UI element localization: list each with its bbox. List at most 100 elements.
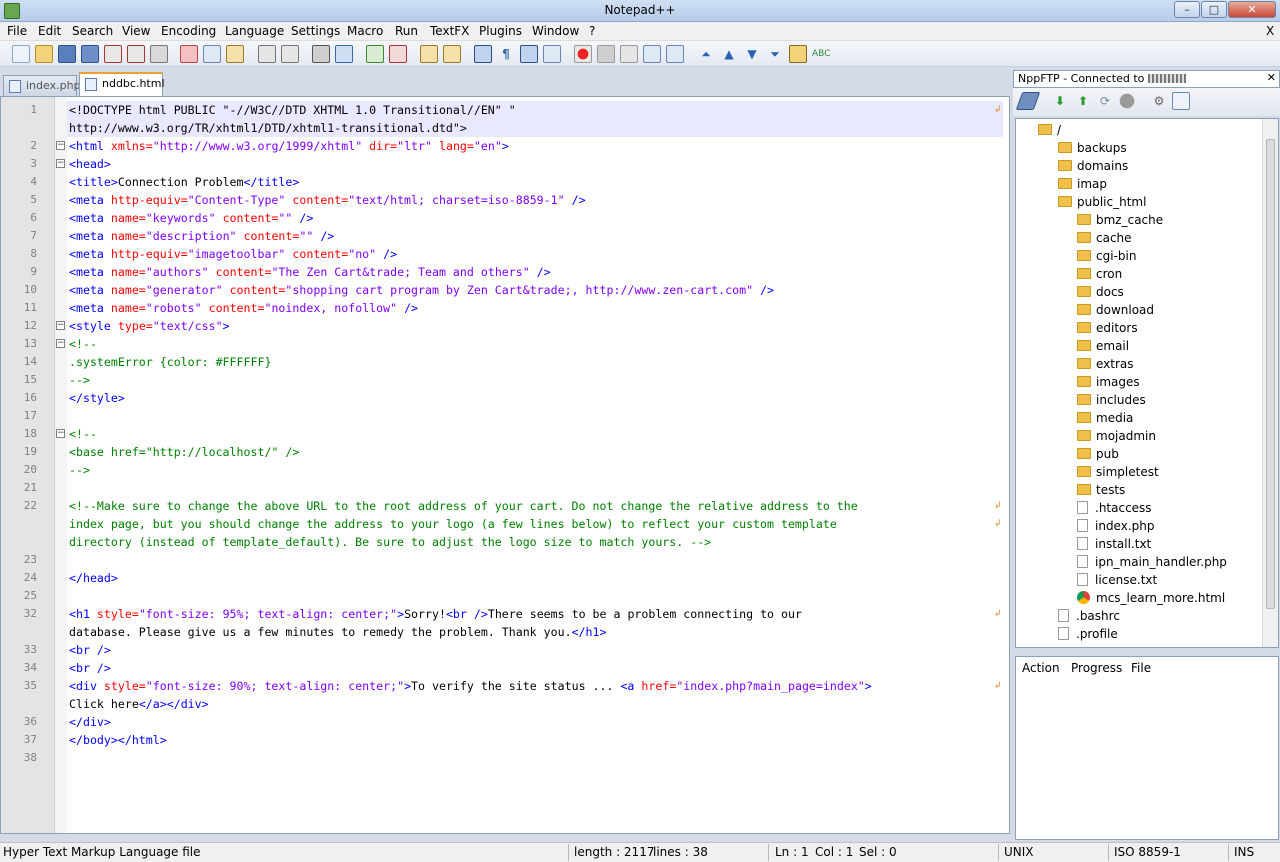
code-line[interactable]: <meta name="description" content="" /> <box>69 227 334 245</box>
stop-macro-icon[interactable] <box>597 45 615 63</box>
code-line[interactable]: directory (instead of template_default).… <box>69 533 711 551</box>
run-macro-multiple-icon[interactable] <box>643 45 661 63</box>
code-line[interactable]: <!-- <box>69 335 97 353</box>
code-line[interactable]: <h1 style="font-size: 95%; text-align: c… <box>69 605 802 623</box>
refresh-icon[interactable]: ⟳ <box>1096 92 1114 110</box>
tab-index-php[interactable]: index.php <box>3 75 81 96</box>
code-line[interactable]: <br /> <box>69 641 111 659</box>
indent-guide-icon[interactable] <box>520 45 538 63</box>
menu-run[interactable]: Run <box>395 24 418 38</box>
tree-folder-item[interactable]: / <box>1038 121 1061 139</box>
ftp-file-tree[interactable]: / backups domains imap public_html bmz_cache c… <box>1015 118 1279 648</box>
code-line[interactable]: <br /> <box>69 659 111 677</box>
tree-folder-item[interactable]: docs <box>1077 283 1124 301</box>
code-line[interactable]: <meta http-equiv="imagetoolbar" content=… <box>69 245 397 263</box>
download-icon[interactable]: ⬇ <box>1051 92 1069 110</box>
code-line[interactable]: <meta name="keywords" content="" /> <box>69 209 313 227</box>
close-panel-button[interactable]: ✕ <box>1267 71 1276 84</box>
code-line[interactable]: <title>Connection Problem</title> <box>69 173 299 191</box>
tree-file-item[interactable]: index.php <box>1077 517 1154 535</box>
fold-toggle[interactable]: − <box>56 321 65 330</box>
code-line[interactable]: <meta name="robots" content="noindex, no… <box>69 299 418 317</box>
menu-plugins[interactable]: Plugins <box>479 24 522 38</box>
tree-folder-item[interactable]: download <box>1077 301 1154 319</box>
zoom-out-icon[interactable] <box>389 45 407 63</box>
tree-folder-item[interactable]: includes <box>1077 391 1146 409</box>
code-editor[interactable]: 1 2 3 4 5 6 7 8 9 10 11 12 13 14 15 16 17 18 19 20 21 22 23 24 2… <box>0 96 1010 834</box>
code-line[interactable]: Click here</a></div> <box>69 695 209 713</box>
doc-map-icon[interactable] <box>543 45 561 63</box>
cut-icon[interactable] <box>180 45 198 63</box>
fold-toggle[interactable]: − <box>56 159 65 168</box>
code-line[interactable]: </body></html> <box>69 731 167 749</box>
code-line[interactable]: http://www.w3.org/TR/xhtml1/DTD/xhtml1-t… <box>69 119 467 137</box>
collapse-icon[interactable]: ⏶ <box>697 45 715 63</box>
code-line[interactable]: database. Please give us a few minutes t… <box>69 623 606 641</box>
word-wrap-icon[interactable] <box>474 45 492 63</box>
code-line[interactable]: </style> <box>69 389 125 407</box>
tree-folder-item[interactable]: pub <box>1077 445 1119 463</box>
redo-icon[interactable] <box>281 45 299 63</box>
menu-window[interactable]: Window <box>532 24 579 38</box>
arrow-up-icon[interactable]: ▲ <box>720 45 738 63</box>
menu-edit[interactable]: Edit <box>38 24 61 38</box>
tree-vertical-scrollbar[interactable] <box>1262 119 1278 647</box>
menu-search[interactable]: Search <box>72 24 113 38</box>
copy-icon[interactable] <box>203 45 221 63</box>
tree-file-item[interactable]: mcs_learn_more.html <box>1077 589 1225 607</box>
fold-toggle[interactable]: − <box>56 339 65 348</box>
tree-folder-item[interactable]: media <box>1077 409 1133 427</box>
code-line[interactable]: <div style="font-size: 90%; text-align: … <box>69 677 872 695</box>
tree-folder-item[interactable]: backups <box>1058 139 1127 157</box>
settings-gear-icon[interactable]: ⚙ <box>1150 92 1168 110</box>
menu-view[interactable]: View <box>122 24 150 38</box>
play-macro-icon[interactable] <box>620 45 638 63</box>
code-line[interactable]: <html xmlns="http://www.w3.org/1999/xhtm… <box>69 137 509 155</box>
code-line[interactable]: --> <box>69 371 90 389</box>
close-window-button[interactable]: ✕ <box>1228 1 1276 18</box>
code-line[interactable]: </head> <box>69 569 118 587</box>
code-line[interactable]: <meta name="authors" content="The Zen Ca… <box>69 263 551 281</box>
save-macro-icon[interactable] <box>666 45 684 63</box>
tree-folder-item[interactable]: domains <box>1058 157 1128 175</box>
sync-vertical-icon[interactable] <box>420 45 438 63</box>
record-macro-icon[interactable] <box>574 45 592 63</box>
tree-folder-item[interactable]: mojadmin <box>1077 427 1156 445</box>
tree-file-item[interactable]: .profile <box>1058 625 1118 643</box>
code-line[interactable]: <meta name="generator" content="shopping… <box>69 281 774 299</box>
fold-toggle[interactable]: − <box>56 141 65 150</box>
open-file-icon[interactable] <box>35 45 53 63</box>
tree-file-item[interactable]: .htaccess <box>1077 499 1152 517</box>
code-line[interactable]: <base href="http://localhost/" /> <box>69 443 299 461</box>
code-line[interactable]: <style type="text/css"> <box>69 317 230 335</box>
code-line[interactable]: <!-- <box>69 425 97 443</box>
code-line[interactable]: <meta http-equiv="Content-Type" content=… <box>69 191 586 209</box>
menu-file[interactable]: File <box>7 24 27 38</box>
show-all-chars-icon[interactable]: ¶ <box>497 45 515 63</box>
code-line[interactable]: <!DOCTYPE html PUBLIC "-//W3C//DTD XHTML… <box>69 101 516 119</box>
tree-folder-item[interactable]: editors <box>1077 319 1138 337</box>
maximize-button[interactable]: □ <box>1201 1 1227 18</box>
tree-file-item[interactable]: install.txt <box>1077 535 1151 553</box>
menu-help[interactable]: ? <box>589 24 595 38</box>
tree-file-item[interactable]: .bashrc <box>1058 607 1120 625</box>
tree-file-item[interactable]: license.txt <box>1077 571 1157 589</box>
connect-icon[interactable] <box>1015 92 1041 110</box>
replace-icon[interactable] <box>335 45 353 63</box>
code-line[interactable]: <head> <box>69 155 111 173</box>
queue-header-action[interactable]: Action <box>1022 661 1060 675</box>
find-icon[interactable] <box>312 45 330 63</box>
new-file-icon[interactable] <box>12 45 30 63</box>
tree-folder-item[interactable]: email <box>1077 337 1129 355</box>
code-line[interactable]: .systemError {color: #FFFFFF} <box>69 353 271 371</box>
sync-horizontal-icon[interactable] <box>443 45 461 63</box>
tree-folder-item[interactable]: public_html <box>1058 193 1146 211</box>
fold-toggle[interactable]: − <box>56 429 65 438</box>
save-all-icon[interactable] <box>81 45 99 63</box>
close-icon[interactable] <box>104 45 122 63</box>
zoom-in-icon[interactable] <box>366 45 384 63</box>
minimize-button[interactable]: – <box>1174 1 1200 18</box>
message-window-icon[interactable] <box>1172 92 1190 110</box>
tree-folder-item[interactable]: extras <box>1077 355 1134 373</box>
tree-folder-item[interactable]: imap <box>1058 175 1107 193</box>
